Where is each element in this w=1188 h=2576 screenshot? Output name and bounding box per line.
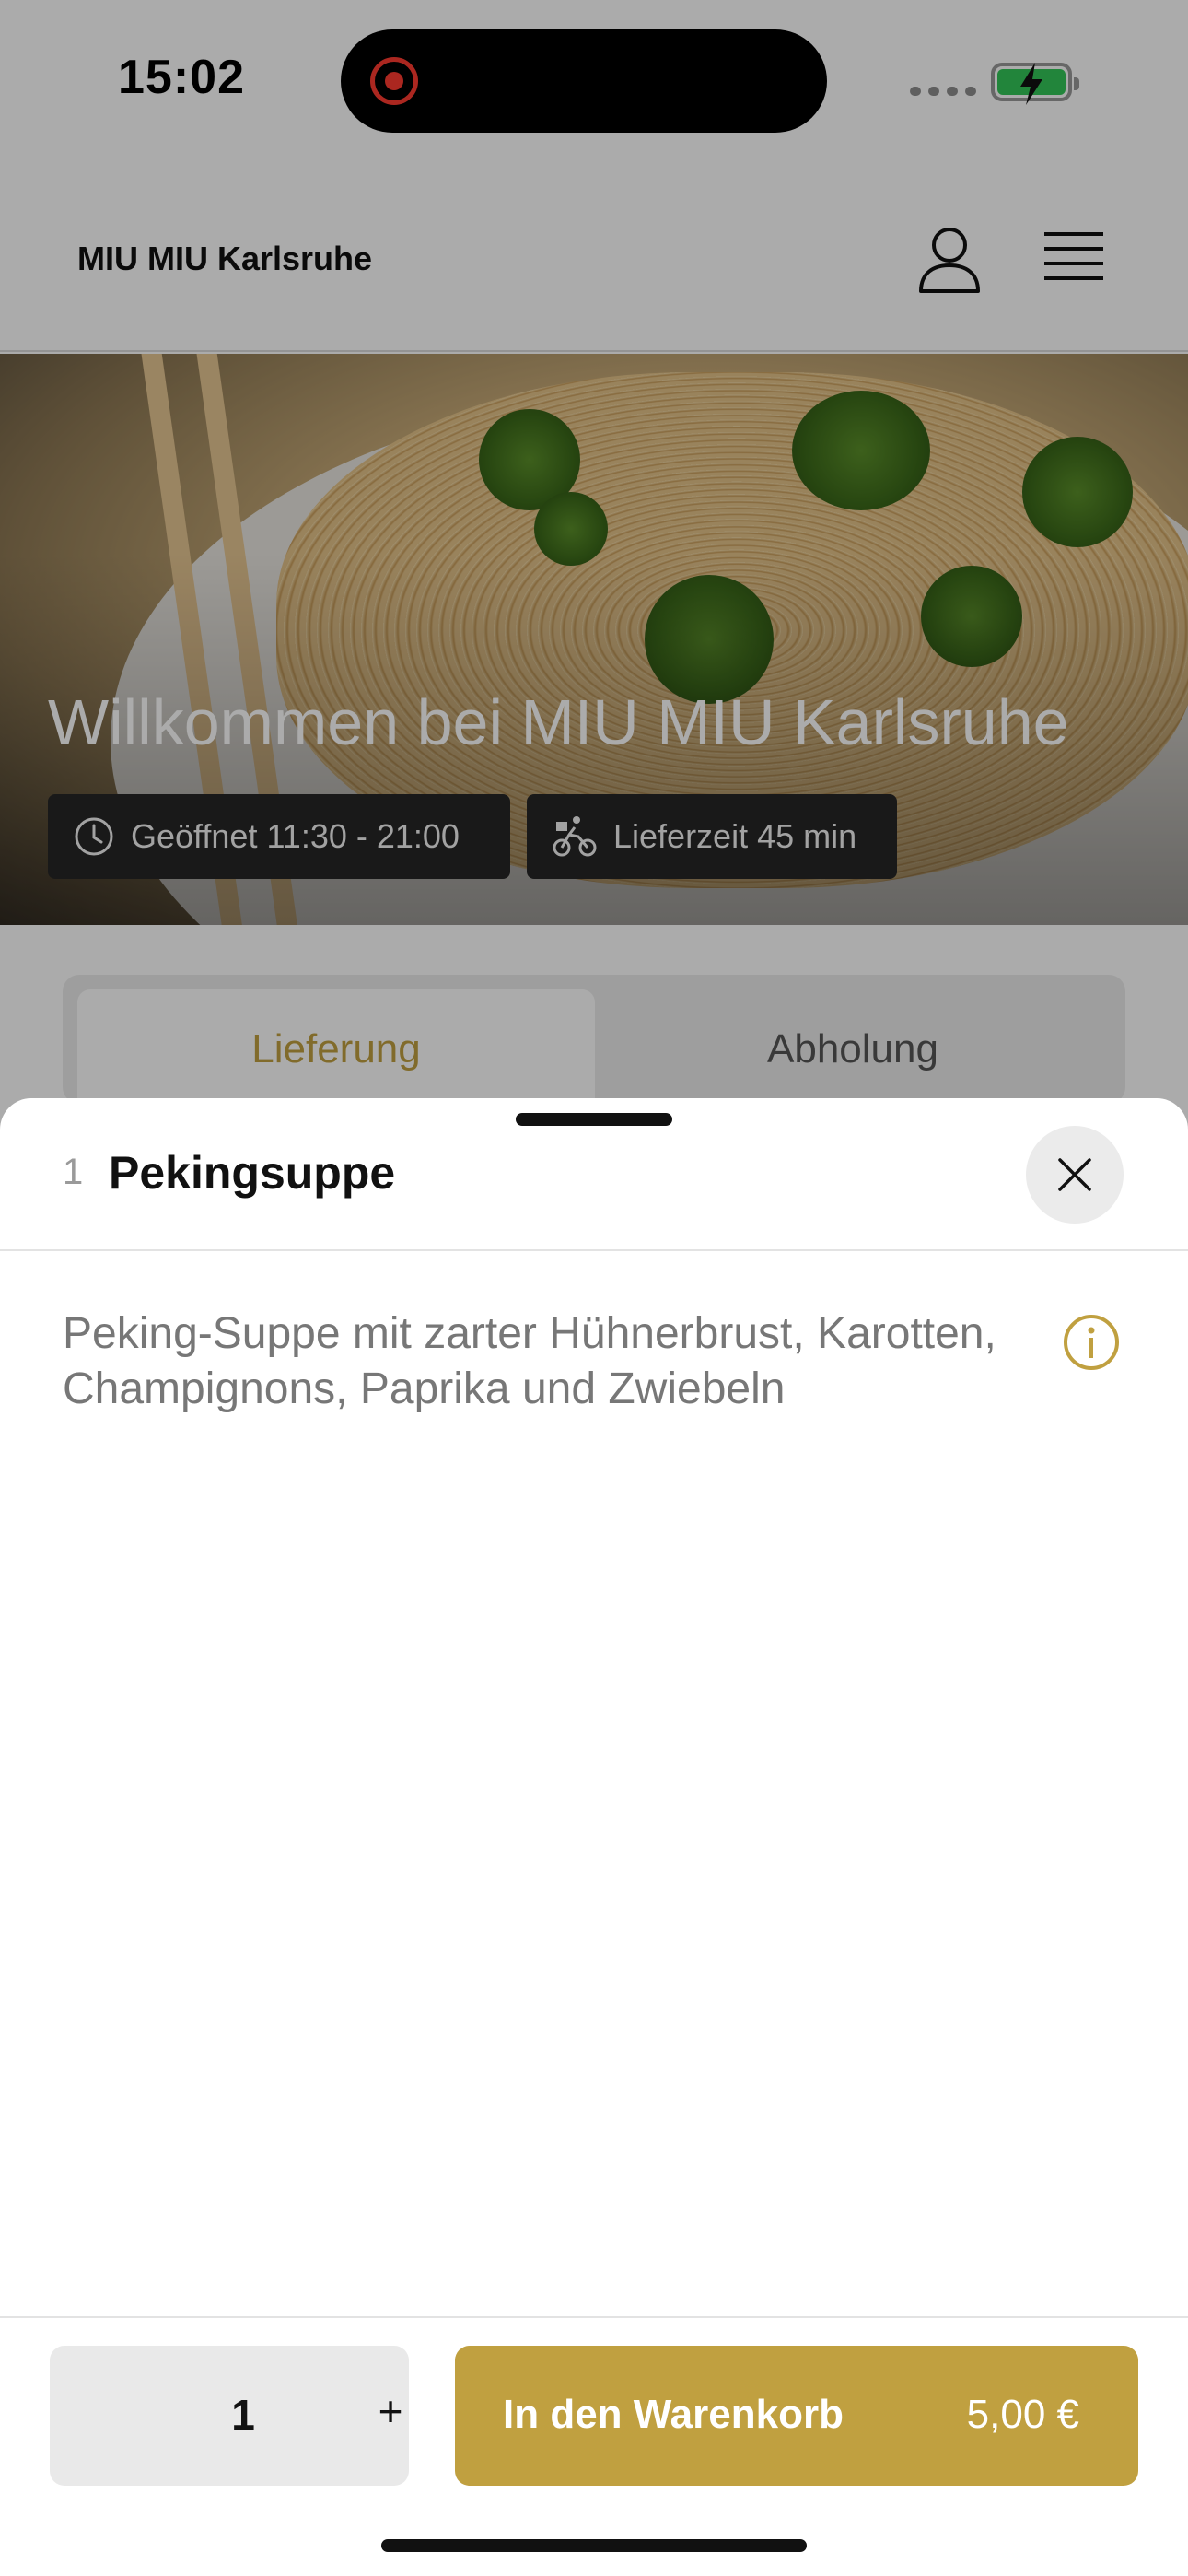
product-sheet: 1 Pekingsuppe Peking-Suppe mit zarter Hü… bbox=[0, 1098, 1188, 2576]
quantity-stepper: 1 + bbox=[50, 2346, 409, 2486]
quantity-value: 1 bbox=[231, 2391, 255, 2439]
close-button[interactable] bbox=[1026, 1126, 1124, 1224]
item-title: Pekingsuppe bbox=[109, 1147, 396, 1199]
item-description: Peking-Suppe mit zarter Hühnerbrust, Kar… bbox=[63, 1309, 996, 1413]
sheet-header: 1 Pekingsuppe bbox=[0, 1098, 1188, 1251]
info-icon[interactable] bbox=[1063, 1314, 1120, 1371]
price-label: 5,00 € bbox=[966, 2392, 1079, 2437]
item-number: 1 bbox=[63, 1152, 84, 1192]
close-icon bbox=[1058, 1158, 1091, 1191]
home-indicator[interactable] bbox=[381, 2539, 807, 2552]
add-to-cart-label: In den Warenkorb bbox=[503, 2392, 844, 2437]
sheet-footer: 1 + In den Warenkorb 5,00 € bbox=[0, 2316, 1188, 2576]
add-to-cart-button[interactable]: In den Warenkorb 5,00 € bbox=[455, 2346, 1138, 2486]
increment-button[interactable]: + bbox=[363, 2386, 418, 2436]
